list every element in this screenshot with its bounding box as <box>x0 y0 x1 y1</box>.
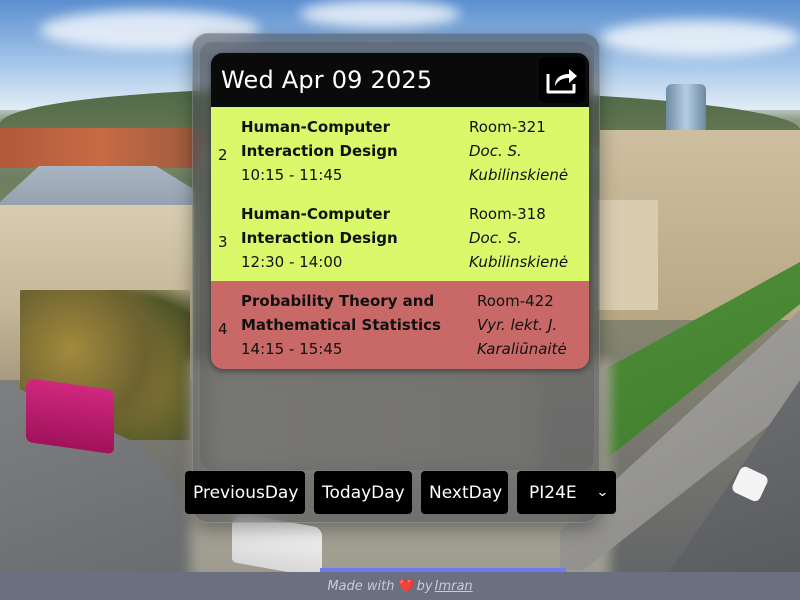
lesson-row: 4 Probability Theory and Mathematical St… <box>211 281 589 369</box>
footer-made-with: Made with <box>327 578 395 594</box>
lesson-number: 3 <box>218 232 228 251</box>
lesson-time: 10:15 - 11:45 <box>241 166 343 184</box>
footer: Made with ❤️ by Imran <box>0 572 800 600</box>
lesson-time: 12:30 - 14:00 <box>241 253 343 271</box>
schedule-card: Wed Apr 09 2025 2 Human-Computer Interac… <box>211 53 589 369</box>
share-button[interactable] <box>539 57 585 103</box>
previous-day-button[interactable]: PreviousDay <box>185 471 305 514</box>
footer-by: by <box>416 578 433 594</box>
day-navigation: PreviousDay TodayDay NextDay PI24E ⌄ <box>185 471 616 514</box>
lesson-number: 4 <box>218 320 228 338</box>
heart-icon: ❤️ <box>398 578 415 594</box>
lesson-title: Human-Computer Interaction Design <box>241 118 398 160</box>
chevron-down-icon: ⌄ <box>596 485 610 500</box>
card-header: Wed Apr 09 2025 <box>211 53 589 107</box>
lesson-room: Room-422 <box>477 292 554 310</box>
lesson-room: Room-321 <box>469 118 546 136</box>
lesson-number: 2 <box>218 145 228 164</box>
lesson-time: 14:15 - 15:45 <box>241 340 343 358</box>
share-icon <box>546 69 577 94</box>
lesson-room: Room-318 <box>469 205 546 223</box>
today-button[interactable]: TodayDay <box>314 471 412 514</box>
group-select[interactable]: PI24E ⌄ <box>517 471 616 514</box>
group-select-value: PI24E <box>529 482 577 503</box>
lesson-row: 2 Human-Computer Interaction Design 10:1… <box>211 107 589 194</box>
lesson-teacher: Vyr. lekt. J. Karaliūnaitė <box>477 316 567 358</box>
lesson-teacher: Doc. S. Kubilinskienė <box>469 229 569 271</box>
lesson-title: Human-Computer Interaction Design <box>241 205 398 247</box>
lesson-row: 3 Human-Computer Interaction Design 12:3… <box>211 194 589 281</box>
lesson-teacher: Doc. S. Kubilinskienė <box>469 142 569 184</box>
lesson-title: Probability Theory and Mathematical Stat… <box>241 292 441 334</box>
author-link[interactable]: Imran <box>435 579 473 594</box>
date-title: Wed Apr 09 2025 <box>221 66 433 94</box>
next-day-button[interactable]: NextDay <box>421 471 508 514</box>
